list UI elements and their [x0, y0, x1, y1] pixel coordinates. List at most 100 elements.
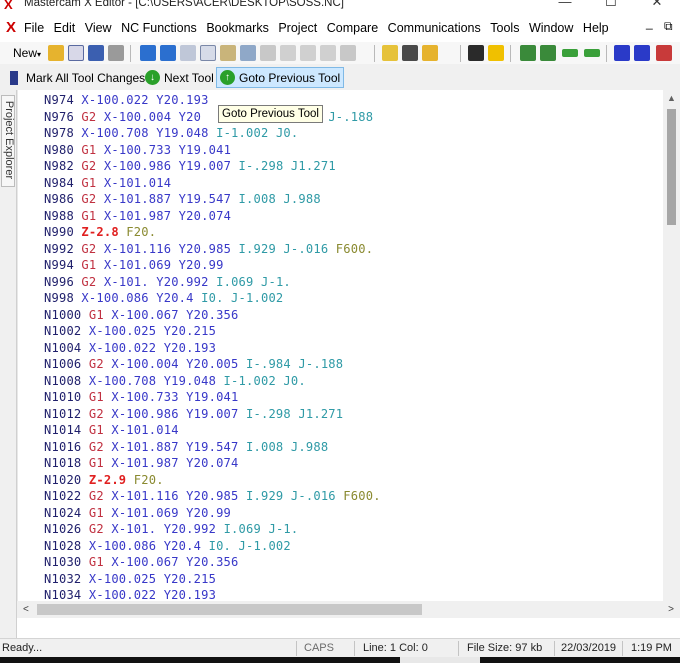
document-icon[interactable]: X [6, 19, 16, 36]
code-line[interactable]: N974 X-100.022 Y20.193 [44, 93, 209, 110]
folder-edit-icon[interactable] [422, 45, 438, 61]
code-line[interactable]: N1016 G2 X-101.887 Y19.547 I.008 J.988 [44, 440, 328, 457]
code-line[interactable]: N1024 G1 X-101.069 Y20.99 [44, 506, 231, 523]
code-line[interactable]: N996 G2 X-101. Y20.992 I.069 J-1. [44, 275, 291, 292]
format-icon[interactable] [320, 45, 336, 61]
code-token: N982 [44, 159, 74, 173]
paste-icon[interactable] [220, 45, 236, 61]
menu-nc-functions[interactable]: NC Functions [121, 21, 197, 35]
menu-edit[interactable]: Edit [54, 21, 76, 35]
menu-file[interactable]: File [24, 21, 44, 35]
code-line[interactable]: N1034 X-100.022 Y20.193 [44, 588, 216, 602]
code-line[interactable]: N1020 Z-2.9 F20. [44, 473, 164, 490]
backplot-icon[interactable] [520, 45, 536, 61]
code-line[interactable]: N976 G2 X-100.004 Y20 J-.188 [44, 110, 373, 127]
run-icon[interactable] [584, 49, 600, 57]
code-line[interactable]: N1022 G2 X-101.116 Y20.985 I.929 J-.016 … [44, 489, 381, 506]
status-separator [354, 641, 355, 656]
replace-icon[interactable] [260, 45, 276, 61]
new-dropdown-arrow[interactable]: ▾ [37, 50, 41, 59]
code-line[interactable]: N1018 G1 X-101.987 Y20.074 [44, 456, 239, 473]
axis-flip-icon[interactable] [634, 45, 650, 61]
code-line[interactable]: N998 X-100.086 Y20.4 I0. J-1.002 [44, 291, 283, 308]
code-line[interactable]: N988 G1 X-101.987 Y20.074 [44, 209, 231, 226]
code-line[interactable]: N1000 G1 X-100.067 Y20.356 [44, 308, 239, 325]
status-separator [296, 641, 297, 656]
project-explorer-tab[interactable]: Project Explorer [1, 95, 15, 187]
horizontal-scroll-thumb[interactable] [37, 604, 422, 615]
mark-all-tool-changes-button[interactable]: Mark All Tool Changes [10, 67, 145, 88]
cut-icon[interactable] [180, 45, 196, 61]
find-icon[interactable] [240, 45, 256, 61]
undo-icon[interactable] [140, 45, 156, 61]
menu-project[interactable]: Project [278, 21, 317, 35]
toolbar-separator [130, 45, 131, 62]
code-token: X-101.987 [96, 208, 172, 223]
code-line[interactable]: N982 G2 X-100.986 Y19.007 I-.298 J1.271 [44, 159, 336, 176]
code-line[interactable]: N992 G2 X-101.116 Y20.985 I.929 J-.016 F… [44, 242, 373, 259]
menu-bookmarks[interactable]: Bookmarks [206, 21, 269, 35]
code-token: X-100.022 [73, 93, 149, 107]
toolbar-separator [510, 45, 511, 62]
code-line[interactable]: N1008 X-100.708 Y19.048 I-1.002 J0. [44, 374, 306, 391]
communications-icon[interactable] [468, 45, 484, 61]
open-icon[interactable] [48, 45, 64, 61]
code-line[interactable]: N1012 G2 X-100.986 Y19.007 I-.298 J1.271 [44, 407, 343, 424]
properties-icon[interactable] [68, 45, 84, 61]
redo-icon[interactable] [160, 45, 176, 61]
vertical-scroll-thumb[interactable] [667, 109, 676, 225]
menu-window[interactable]: Window [529, 21, 573, 35]
code-line[interactable]: N994 G1 X-101.069 Y20.99 [44, 258, 224, 275]
scroll-up-icon[interactable]: ▲ [663, 90, 680, 107]
step-icon[interactable] [562, 49, 578, 57]
menu-communications[interactable]: Communications [388, 21, 481, 35]
code-line[interactable]: N1004 X-100.022 Y20.193 [44, 341, 216, 358]
goto-line-icon[interactable] [300, 45, 316, 61]
simulate-icon[interactable] [540, 45, 556, 61]
code-line[interactable]: N1028 X-100.086 Y20.4 I0. J-1.002 [44, 539, 291, 556]
code-line[interactable]: N1010 G1 X-100.733 Y19.041 [44, 390, 239, 407]
code-line[interactable]: N978 X-100.708 Y19.048 I-1.002 J0. [44, 126, 298, 143]
code-token: Y19.041 [178, 390, 239, 404]
axis-rotate-icon[interactable] [656, 45, 672, 61]
code-line[interactable]: N980 G1 X-100.733 Y19.041 [44, 143, 231, 160]
code-token: X-101.116 [96, 241, 172, 256]
minimize-button[interactable]: — [542, 0, 588, 16]
horizontal-scrollbar[interactable]: < > [17, 601, 680, 618]
code-line[interactable]: N1006 G2 X-100.004 Y20.005 I-.984 J-.188 [44, 357, 343, 374]
code-line[interactable]: N1026 G2 X-101. Y20.992 I.069 J-1. [44, 522, 298, 539]
menu-compare[interactable]: Compare [327, 21, 378, 35]
tool-icon[interactable] [402, 45, 418, 61]
save-icon[interactable] [88, 45, 104, 61]
list-icon[interactable] [340, 45, 356, 61]
close-button[interactable]: ✕ [634, 0, 680, 16]
note-icon[interactable] [382, 45, 398, 61]
code-line[interactable]: N986 G2 X-101.887 Y19.547 I.008 J.988 [44, 192, 321, 209]
axis-icon[interactable] [614, 45, 630, 61]
copy-icon[interactable] [200, 45, 216, 61]
code-line[interactable]: N1032 X-100.025 Y20.215 [44, 572, 216, 589]
next-tool-button[interactable]: ↓ Next Tool [145, 67, 214, 88]
code-editor[interactable]: N974 X-100.022 Y20.193 N976 G2 X-100.004 … [17, 90, 663, 602]
code-line[interactable]: N990 Z-2.8 F20. [44, 225, 156, 242]
vertical-scrollbar[interactable]: ▲ [663, 90, 680, 602]
scroll-left-icon[interactable]: < [23, 601, 29, 618]
menu-help[interactable]: Help [583, 21, 609, 35]
print-icon[interactable] [108, 45, 124, 61]
menu-view[interactable]: View [85, 21, 112, 35]
menu-tools[interactable]: Tools [490, 21, 519, 35]
new-button[interactable]: New▾ [13, 46, 41, 60]
code-line[interactable]: N984 G1 X-101.014 [44, 176, 171, 193]
code-line[interactable]: N1014 G1 X-101.014 [44, 423, 179, 440]
doc-minimize-button[interactable]: _ [646, 16, 653, 30]
status-bar: Ready... CAPS Line: 1 Col: 0 File Size: … [0, 638, 680, 657]
code-token: Y20.193 [148, 93, 209, 107]
info-icon[interactable] [488, 45, 504, 61]
renumber-icon[interactable] [280, 45, 296, 61]
scroll-right-icon[interactable]: > [668, 601, 674, 618]
code-line[interactable]: N1002 X-100.025 Y20.215 [44, 324, 216, 341]
doc-restore-button[interactable]: ⧉ [664, 19, 673, 34]
code-line[interactable]: N1030 G1 X-100.067 Y20.356 [44, 555, 239, 572]
maximize-button[interactable]: ☐ [588, 0, 634, 16]
goto-previous-tool-button[interactable]: ↑ Goto Previous Tool [216, 67, 345, 88]
